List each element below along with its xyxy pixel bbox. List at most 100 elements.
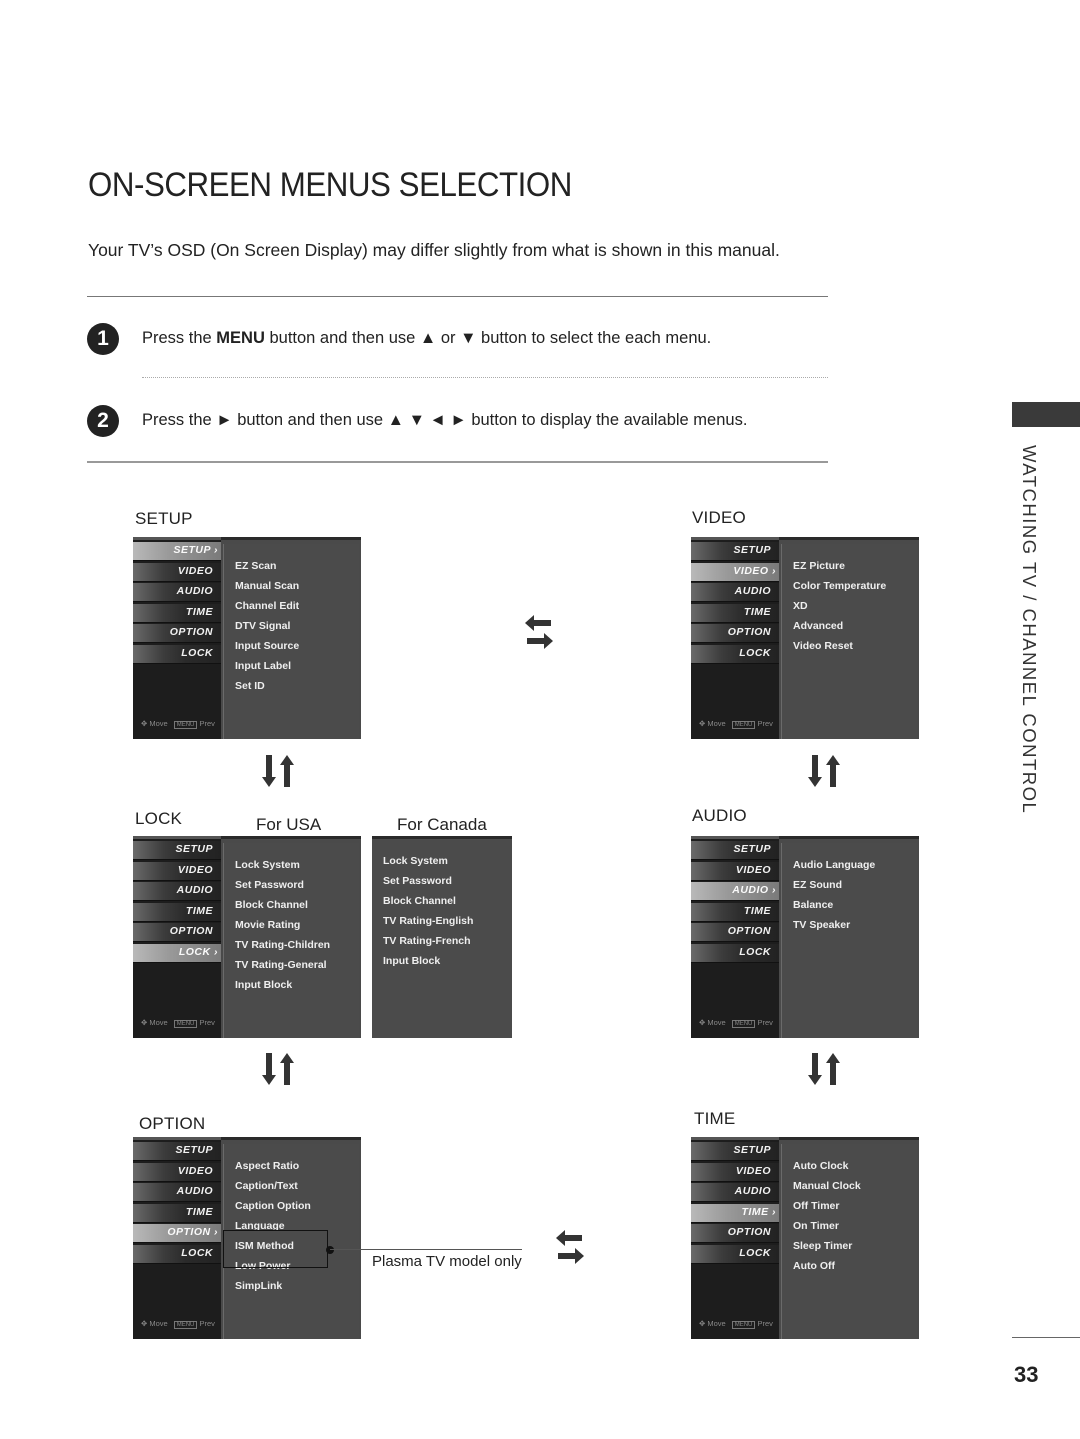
osd-menu-item[interactable]: TV Speaker: [793, 915, 875, 935]
osd-menu-item[interactable]: Manual Scan: [235, 576, 299, 596]
osd-tab-lock[interactable]: LOCK: [133, 1244, 221, 1264]
osd-menu-item[interactable]: Movie Rating: [235, 915, 330, 935]
osd-menu-item[interactable]: Input Source: [235, 636, 299, 656]
osd-tab-video[interactable]: VIDEO: [133, 562, 221, 582]
osd-tab-video[interactable]: VIDEO: [133, 1162, 221, 1182]
osd-menu-item[interactable]: Input Block: [383, 951, 473, 971]
osd-menu-item[interactable]: DTV Signal: [235, 616, 299, 636]
osd-tab-label: OPTION: [727, 626, 771, 638]
osd-menu-item[interactable]: EZ Scan: [235, 556, 299, 576]
page-number-rule: [1012, 1337, 1080, 1338]
osd-menu-item[interactable]: SimpLink: [235, 1276, 311, 1296]
osd-tab-setup[interactable]: SETUP: [691, 1142, 779, 1161]
osd-tab-audio[interactable]: AUDIO: [133, 882, 221, 901]
osd-tab-audio[interactable]: AUDIO: [133, 1183, 221, 1202]
osd-menu-item[interactable]: XD: [793, 596, 886, 616]
osd-menu-item[interactable]: Aspect Ratio: [235, 1156, 311, 1176]
osd-tab-setup[interactable]: SETUP: [691, 542, 779, 561]
osd-footer-hint: ✥ Move MENU Prev: [699, 1319, 773, 1329]
osd-tab-audio[interactable]: AUDIO ›: [691, 882, 779, 901]
osd-tab-label: SETUP: [733, 843, 771, 855]
osd-tab-column: SETUP VIDEO AUDIO › TIME OPTION LOCK ✥ Move MEN…: [691, 836, 779, 1038]
osd-menu-item[interactable]: EZ Picture: [793, 556, 886, 576]
section-title-vertical: WATCHING TV / CHANNEL CONTROL: [1019, 445, 1040, 815]
callout-line: [330, 1249, 522, 1250]
osd-menu-item[interactable]: Manual Clock: [793, 1176, 861, 1196]
osd-menu-item[interactable]: Caption/Text: [235, 1176, 311, 1196]
osd-tab-audio[interactable]: AUDIO: [691, 1183, 779, 1202]
osd-menu-item[interactable]: Lock System: [383, 851, 473, 871]
osd-tab-time[interactable]: TIME: [133, 902, 221, 922]
osd-menu-item[interactable]: Advanced: [793, 616, 886, 636]
osd-tab-setup[interactable]: SETUP ›: [133, 542, 221, 561]
osd-tab-lock[interactable]: LOCK ›: [133, 943, 221, 963]
plasma-only-note: Plasma TV model only: [372, 1253, 522, 1270]
osd-submenu-list: EZ Picture Color Temperature XD Advanced Vid…: [793, 556, 886, 656]
osd-tab-setup[interactable]: SETUP: [133, 1142, 221, 1161]
osd-menu-item[interactable]: TV Rating-French: [383, 931, 473, 951]
osd-menu-item[interactable]: TV Rating-General: [235, 955, 330, 975]
osd-menu-item[interactable]: Set Password: [235, 875, 330, 895]
osd-menu-item[interactable]: Balance: [793, 895, 875, 915]
osd-menu-item[interactable]: Audio Language: [793, 855, 875, 875]
osd-tab-label: TIME ›: [741, 1205, 776, 1218]
osd-tab-video[interactable]: VIDEO: [133, 861, 221, 881]
osd-menu-item[interactable]: Input Block: [235, 975, 330, 995]
osd-menu-item[interactable]: Auto Clock: [793, 1156, 861, 1176]
osd-tab-audio[interactable]: AUDIO: [691, 583, 779, 602]
osd-tab-setup[interactable]: SETUP: [691, 841, 779, 860]
osd-menu-item[interactable]: EZ Sound: [793, 875, 875, 895]
osd-menu-item[interactable]: Set ID: [235, 676, 299, 696]
osd-tab-label: VIDEO ›: [733, 564, 776, 577]
prev-hint: Prev: [199, 1319, 215, 1328]
osd-tab-lock[interactable]: LOCK: [691, 1244, 779, 1264]
up-down-arrows-icon: [262, 755, 294, 787]
osd-menu-item[interactable]: Video Reset: [793, 636, 886, 656]
osd-menu-item[interactable]: Sleep Timer: [793, 1236, 861, 1256]
osd-menu-item[interactable]: Lock System: [235, 855, 330, 875]
osd-menu-item[interactable]: Caption Option: [235, 1196, 311, 1216]
osd-tab-lock[interactable]: LOCK: [691, 644, 779, 664]
osd-tab-time[interactable]: TIME ›: [691, 1203, 779, 1223]
osd-tab-time[interactable]: TIME: [691, 603, 779, 623]
osd-tab-lock[interactable]: LOCK: [691, 943, 779, 963]
osd-tab-audio[interactable]: AUDIO: [133, 583, 221, 602]
osd-tab-option[interactable]: OPTION: [133, 923, 221, 942]
divider-top: [87, 296, 828, 297]
osd-tab-video[interactable]: VIDEO: [691, 861, 779, 881]
osd-menu-item[interactable]: Block Channel: [383, 891, 473, 911]
osd-tab-video[interactable]: VIDEO: [691, 1162, 779, 1182]
osd-tab-option[interactable]: OPTION: [691, 1224, 779, 1243]
step-1-bullet: 1: [87, 323, 119, 355]
page-subtitle: Your TV’s OSD (On Screen Display) may di…: [88, 240, 780, 260]
osd-menu-item[interactable]: Block Channel: [235, 895, 330, 915]
osd-tab-setup[interactable]: SETUP: [133, 841, 221, 860]
up-down-arrows-icon: [808, 755, 840, 787]
osd-tab-label: SETUP: [175, 843, 213, 855]
step-number: 2: [97, 409, 109, 432]
osd-menu-item[interactable]: Color Temperature: [793, 576, 886, 596]
osd-submenu-list: Audio Language EZ Sound Balance TV Speaker: [793, 855, 875, 935]
osd-tab-option[interactable]: OPTION ›: [133, 1224, 221, 1243]
osd-tab-time[interactable]: TIME: [133, 1203, 221, 1223]
osd-tab-option[interactable]: OPTION: [133, 624, 221, 643]
osd-tab-option[interactable]: OPTION: [691, 624, 779, 643]
osd-tab-option[interactable]: OPTION: [691, 923, 779, 942]
osd-menu-item[interactable]: TV Rating-English: [383, 911, 473, 931]
osd-menu-item[interactable]: On Timer: [793, 1216, 861, 1236]
osd-menu-item[interactable]: Set Password: [383, 871, 473, 891]
osd-tab-lock[interactable]: LOCK: [133, 644, 221, 664]
osd-tab-video[interactable]: VIDEO ›: [691, 562, 779, 582]
region-label-canada: For Canada: [397, 815, 487, 834]
osd-tab-time[interactable]: TIME: [691, 902, 779, 922]
osd-footer-hint: ✥ Move MENU Prev: [141, 1018, 215, 1028]
osd-menu-item[interactable]: Channel Edit: [235, 596, 299, 616]
osd-menu-item[interactable]: Auto Off: [793, 1256, 861, 1276]
osd-submenu-panel: Lock System Set Password Block Channel Movi…: [221, 836, 361, 1038]
osd-menu-item[interactable]: Input Label: [235, 656, 299, 676]
osd-tab-label: AUDIO: [176, 884, 213, 896]
osd-menu-item[interactable]: Off Timer: [793, 1196, 861, 1216]
osd-menu-item[interactable]: TV Rating-Children: [235, 935, 330, 955]
osd-tab-time[interactable]: TIME: [133, 603, 221, 623]
osd-tab-label: TIME: [185, 1205, 213, 1218]
